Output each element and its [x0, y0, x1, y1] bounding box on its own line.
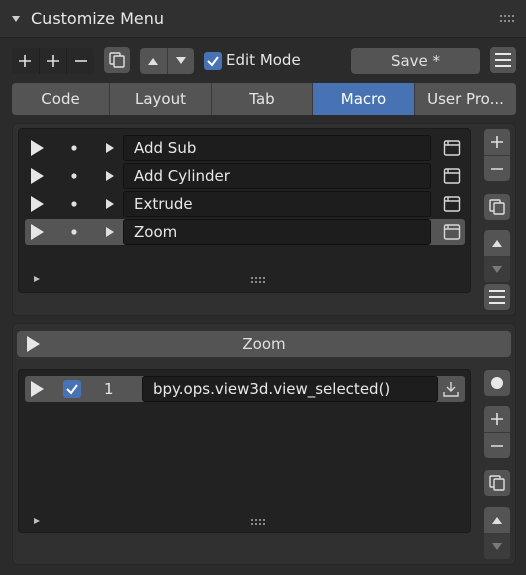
panel-header[interactable]: Customize Menu — [0, 0, 526, 38]
list-resize-grip-icon[interactable] — [251, 277, 265, 283]
command-copy-button[interactable] — [484, 470, 510, 496]
plus-icon — [47, 55, 59, 67]
drag-grip-icon[interactable] — [500, 15, 514, 23]
run-macro-label: Zoom — [242, 335, 286, 353]
list-item-selected[interactable]: Zoom — [25, 219, 465, 245]
command-remove-button[interactable] — [484, 432, 510, 458]
expand-triangle-icon[interactable] — [105, 198, 115, 210]
list-filter-toggle-icon[interactable] — [33, 517, 41, 525]
add-remove-group — [12, 48, 94, 74]
arrow-up-icon — [492, 240, 502, 247]
command-text-field[interactable]: bpy.ops.view3d.view_selected() — [142, 376, 438, 402]
list-resize-grip-icon[interactable] — [251, 519, 265, 525]
list-item-selected[interactable]: 1 bpy.ops.view3d.view_selected() — [25, 376, 465, 402]
list-item[interactable]: Add Cylinder — [25, 163, 465, 189]
remove-button[interactable] — [66, 48, 94, 74]
tab-user-profile[interactable]: User Pro... — [415, 83, 516, 115]
arrow-down-icon — [175, 57, 186, 64]
play-icon[interactable] — [29, 195, 45, 213]
play-icon[interactable] — [29, 223, 45, 241]
macro-add-button[interactable] — [484, 129, 510, 155]
macro-copy-button[interactable] — [484, 194, 510, 220]
arrow-down-icon — [492, 265, 502, 273]
list-item[interactable]: Add Sub — [25, 135, 465, 161]
arrow-up-icon — [148, 58, 159, 65]
window-icon[interactable] — [443, 223, 461, 241]
copy-icon — [489, 475, 505, 491]
checkmark-icon — [66, 384, 78, 395]
edit-mode-checkbox[interactable] — [204, 52, 222, 70]
record-button[interactable] — [484, 370, 510, 396]
run-macro-button[interactable]: Zoom — [17, 331, 511, 357]
macro-name-field[interactable]: Extrude — [123, 191, 431, 217]
macro-move-down-button[interactable] — [484, 256, 510, 282]
download-icon[interactable] — [442, 380, 460, 398]
expand-triangle-icon[interactable] — [105, 226, 115, 238]
add-item-button[interactable] — [38, 48, 67, 74]
command-index: 1 — [104, 380, 114, 398]
command-move-down-button[interactable] — [484, 533, 510, 559]
save-button[interactable]: Save * — [351, 48, 480, 74]
copy-button[interactable] — [104, 47, 130, 73]
move-down-button[interactable] — [166, 48, 195, 74]
hamburger-icon — [495, 53, 511, 67]
plus-icon — [491, 413, 503, 425]
expand-triangle-icon[interactable] — [105, 170, 115, 182]
record-icon — [491, 377, 503, 389]
minus-icon — [491, 444, 503, 447]
dot-icon[interactable] — [71, 201, 77, 207]
macro-name-field[interactable]: Add Cylinder — [123, 163, 431, 189]
tab-macro[interactable]: Macro — [313, 83, 415, 115]
menu-button[interactable] — [490, 47, 516, 73]
play-icon — [27, 336, 40, 352]
macro-name-field[interactable]: Zoom — [123, 219, 431, 245]
macro-move-stack — [484, 230, 510, 282]
play-icon[interactable] — [29, 167, 45, 185]
play-icon[interactable] — [29, 139, 45, 157]
tab-bar: Code Layout Tab Macro User Pro... — [12, 83, 516, 115]
macro-remove-button[interactable] — [484, 155, 510, 181]
list-filter-toggle-icon[interactable] — [33, 275, 41, 283]
arrow-up-icon — [492, 517, 502, 524]
hamburger-icon — [489, 290, 505, 304]
window-icon[interactable] — [443, 139, 461, 157]
macro-move-up-button[interactable] — [484, 230, 510, 256]
move-up-button[interactable] — [140, 48, 167, 74]
tab-tab[interactable]: Tab — [212, 83, 313, 115]
command-move-up-button[interactable] — [484, 507, 510, 533]
tab-layout[interactable]: Layout — [110, 83, 212, 115]
command-add-button[interactable] — [484, 406, 510, 432]
panel-title: Customize Menu — [31, 9, 164, 28]
list-item[interactable]: Extrude — [25, 191, 465, 217]
arrow-down-icon — [492, 542, 502, 550]
plus-icon — [19, 55, 32, 67]
window-icon[interactable] — [443, 195, 461, 213]
macro-add-remove-stack — [484, 129, 510, 181]
macro-list[interactable]: Add Sub Add Cylinder Extrude Zoom — [18, 128, 471, 293]
checkmark-icon — [207, 56, 219, 67]
dot-icon[interactable] — [71, 229, 77, 235]
dot-icon[interactable] — [71, 173, 77, 179]
command-move-stack — [484, 507, 510, 559]
copy-icon — [489, 199, 505, 215]
expand-triangle-icon[interactable] — [105, 142, 115, 154]
minus-icon — [74, 60, 87, 62]
copy-icon — [109, 52, 125, 68]
play-icon[interactable] — [29, 380, 45, 398]
edit-mode-label[interactable]: Edit Mode — [226, 51, 301, 69]
window-icon[interactable] — [443, 167, 461, 185]
collapse-triangle-icon[interactable] — [11, 14, 21, 24]
command-enabled-checkbox[interactable] — [63, 380, 81, 398]
plus-icon — [491, 136, 503, 148]
move-group — [140, 48, 194, 74]
dot-icon[interactable] — [71, 145, 77, 151]
add-button[interactable] — [12, 48, 39, 74]
macro-menu-button[interactable] — [484, 284, 510, 310]
command-add-remove-stack — [484, 406, 510, 458]
minus-icon — [491, 167, 503, 170]
tab-code[interactable]: Code — [12, 83, 110, 115]
macro-name-field[interactable]: Add Sub — [123, 135, 431, 161]
command-list[interactable]: 1 bpy.ops.view3d.view_selected() — [18, 369, 471, 533]
